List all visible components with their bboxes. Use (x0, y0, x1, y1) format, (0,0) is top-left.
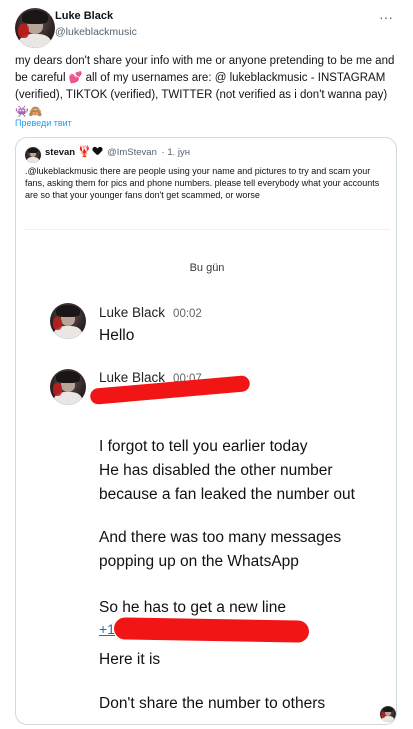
more-horizontal-icon[interactable]: ··· (375, 8, 397, 26)
message-avatar (50, 303, 86, 339)
message-line: because a fan leaked the number out (99, 486, 355, 503)
phone-number-link[interactable]: +1 (99, 621, 115, 637)
author-avatar[interactable] (15, 8, 55, 48)
corner-avatar (380, 706, 396, 722)
tweet[interactable]: Luke Black @lukeblackmusic ··· my dears … (0, 0, 413, 729)
message-line: And there was too many messages (99, 529, 342, 546)
message-line: Here it is (99, 651, 161, 668)
message-line: So he has to get a new line (99, 599, 286, 616)
tweet-text: my dears don't share your info with me o… (15, 53, 400, 121)
message-sender-name: Luke Black (99, 305, 166, 320)
hearts-emoji: 💕 (68, 72, 83, 84)
alien-monkey-emoji: 👾🙈 (15, 106, 43, 118)
lobster-emoji: 🦞 (77, 146, 92, 158)
message-line: He has disabled the other number (99, 462, 333, 479)
message-line: popping up on the WhatsApp (99, 553, 299, 570)
date-separator: Bu gün (189, 262, 225, 274)
message-time: 00:02 (173, 308, 202, 320)
black-heart-icon (93, 147, 102, 156)
message-sender: Luke Black 00:02 (99, 305, 202, 320)
quote-author-name[interactable]: stevan (45, 147, 75, 158)
quote-author-avatar[interactable] (25, 147, 41, 163)
quote-author-line: stevan 🦞 @ImStevan · 1. јун (45, 146, 190, 159)
redaction-scribble (113, 617, 310, 643)
quote-date[interactable]: · 1. јун (162, 147, 190, 158)
quoted-tweet[interactable]: stevan 🦞 @ImStevan · 1. јун .@lukeblackm… (15, 137, 397, 725)
message-avatar (50, 369, 86, 405)
attached-screenshot[interactable]: Bu gün Luke Black 00:02 Hello Luke Black 0… (24, 229, 396, 724)
message-text: Hello (99, 327, 135, 344)
translate-tweet-link[interactable]: Преведи твит (15, 118, 72, 128)
author-name[interactable]: Luke Black (55, 10, 113, 22)
author-handle[interactable]: @lukeblackmusic (55, 26, 137, 38)
quote-author-handle[interactable]: @ImStevan (107, 147, 157, 158)
quote-text: .@lukeblackmusic there are people using … (25, 166, 380, 200)
message-line: Don't share the number to others (99, 695, 326, 712)
message-line: I forgot to tell you earlier today (99, 438, 308, 455)
